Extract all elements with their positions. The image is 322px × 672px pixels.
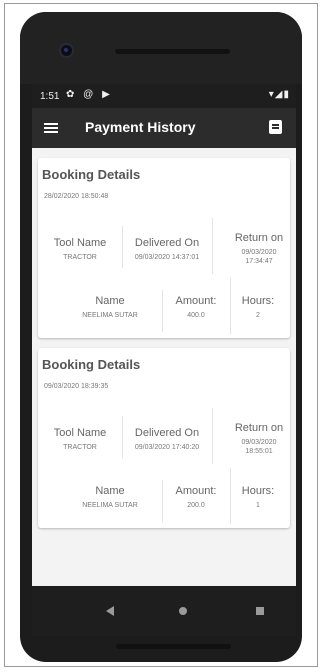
tool-name-cell: Tool Name TRACTOR bbox=[38, 237, 122, 262]
hours-cell: Hours: 2 bbox=[238, 295, 278, 320]
tool-name-value: TRACTOR bbox=[63, 444, 97, 451]
tool-name-cell: Tool Name TRACTOR bbox=[38, 427, 122, 452]
divider bbox=[230, 468, 231, 524]
phone-device: 1:51 ✿ @ ▶ ▾◢▮ Payment History Booking D… bbox=[20, 12, 302, 662]
recent-apps-icon[interactable] bbox=[256, 607, 264, 615]
home-icon[interactable] bbox=[179, 607, 187, 615]
delivered-on-cell: Delivered On 09/03/2020 17:40:20 bbox=[122, 427, 212, 452]
name-value: NEELIMA SUTAR bbox=[82, 312, 138, 319]
booking-list: Booking Details 28/02/2020 18:50:48 Tool… bbox=[32, 148, 296, 586]
return-on-label: Return on bbox=[234, 422, 284, 434]
delivered-on-value: 09/03/2020 14:37:01 bbox=[134, 254, 200, 261]
tool-name-label: Tool Name bbox=[53, 427, 107, 439]
name-cell: Name NEELIMA SUTAR bbox=[58, 295, 162, 320]
delivered-on-label: Delivered On bbox=[134, 427, 200, 439]
delivered-on-label: Delivered On bbox=[134, 237, 200, 249]
return-on-value: 09/03/2020 17:34:47 bbox=[241, 249, 277, 265]
amount-cell: Amount: 200.0 bbox=[162, 485, 230, 510]
receipt-icon[interactable] bbox=[269, 120, 282, 134]
divider bbox=[230, 278, 231, 334]
tool-name-label: Tool Name bbox=[53, 237, 107, 249]
booking-date: 09/03/2020 18:39:35 bbox=[44, 383, 109, 390]
name-label: Name bbox=[95, 485, 125, 497]
earpiece-speaker bbox=[115, 49, 230, 54]
return-on-value: 09/03/2020 18:55:01 bbox=[241, 439, 277, 455]
divider bbox=[212, 218, 213, 274]
booking-date: 28/02/2020 18:50:48 bbox=[44, 193, 109, 200]
name-value: NEELIMA SUTAR bbox=[82, 502, 138, 509]
front-camera bbox=[61, 45, 72, 56]
name-cell: Name NEELIMA SUTAR bbox=[58, 485, 162, 510]
tool-name-value: TRACTOR bbox=[63, 254, 97, 261]
back-icon[interactable] bbox=[106, 606, 114, 616]
name-label: Name bbox=[95, 295, 125, 307]
amount-label: Amount: bbox=[175, 485, 217, 497]
hours-value: 1 bbox=[256, 502, 260, 509]
page-title: Payment History bbox=[85, 119, 196, 135]
status-time: 1:51 bbox=[40, 91, 60, 102]
amount-cell: Amount: 400.0 bbox=[162, 295, 230, 320]
delivered-on-cell: Delivered On 09/03/2020 14:37:01 bbox=[122, 237, 212, 262]
hours-cell: Hours: 1 bbox=[238, 485, 278, 510]
booking-heading: Booking Details bbox=[42, 357, 141, 372]
hours-label: Hours: bbox=[241, 485, 275, 497]
booking-card[interactable]: Booking Details 09/03/2020 18:39:35 Tool… bbox=[38, 348, 290, 528]
booking-heading: Booking Details bbox=[42, 167, 141, 182]
menu-icon[interactable] bbox=[44, 123, 58, 133]
return-on-label: Return on bbox=[234, 232, 284, 244]
amount-value: 400.0 bbox=[187, 312, 205, 319]
app-bar: Payment History bbox=[32, 108, 296, 148]
return-on-cell: Return on 09/03/2020 18:55:01 bbox=[226, 422, 292, 456]
divider bbox=[212, 408, 213, 464]
notification-icons: ✿ @ ▶ bbox=[66, 89, 113, 100]
hours-label: Hours: bbox=[241, 295, 275, 307]
status-bar: 1:51 ✿ @ ▶ ▾◢▮ bbox=[32, 84, 296, 108]
delivered-on-value: 09/03/2020 17:40:20 bbox=[134, 444, 200, 451]
system-nav-bar bbox=[32, 586, 296, 636]
return-on-cell: Return on 09/03/2020 17:34:47 bbox=[226, 232, 292, 266]
signal-battery-icons: ▾◢▮ bbox=[268, 89, 290, 100]
amount-label: Amount: bbox=[175, 295, 217, 307]
hours-value: 2 bbox=[256, 312, 260, 319]
amount-value: 200.0 bbox=[187, 502, 205, 509]
bottom-speaker bbox=[116, 644, 231, 649]
booking-card[interactable]: Booking Details 28/02/2020 18:50:48 Tool… bbox=[38, 158, 290, 338]
